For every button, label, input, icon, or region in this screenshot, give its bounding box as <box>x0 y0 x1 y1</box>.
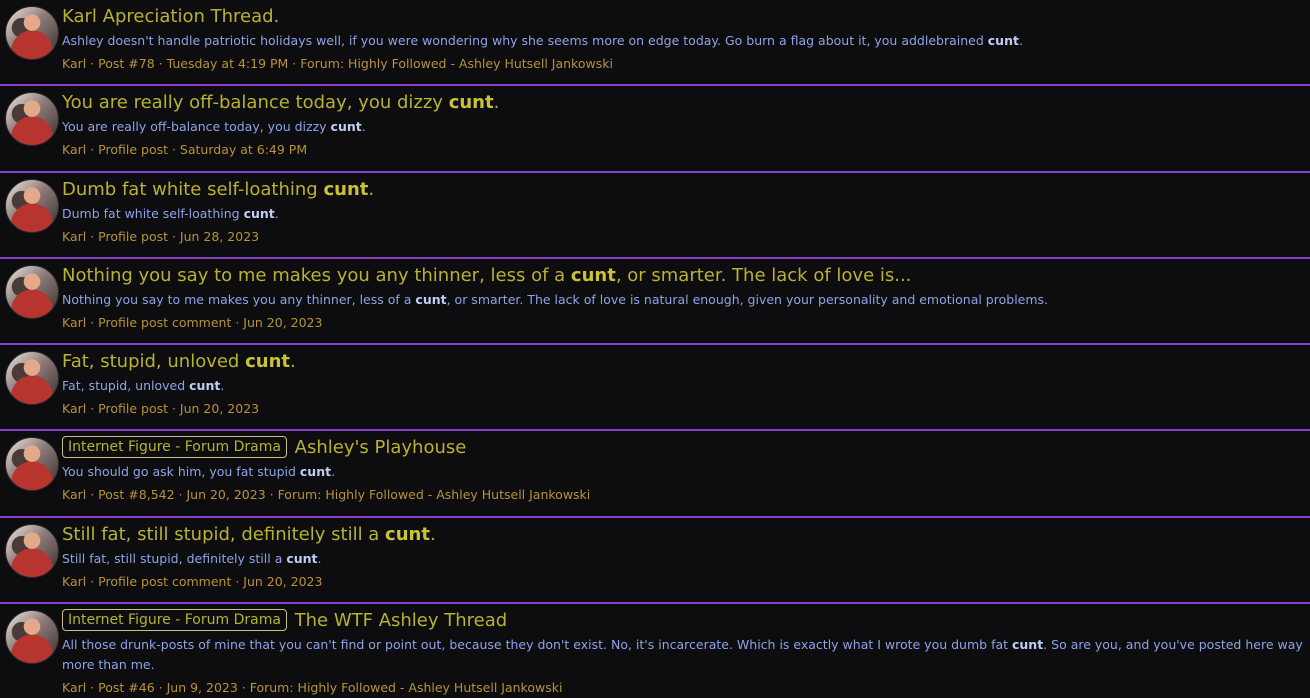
result-meta[interactable]: Karl · Profile post · Saturday at 6:49 P… <box>62 140 1304 160</box>
search-result: Nothing you say to me makes you any thin… <box>0 259 1310 346</box>
search-result: Fat, stupid, unloved cunt. Fat, stupid, … <box>0 345 1310 432</box>
result-title-link[interactable]: Dumb fat white self-loathing cunt. <box>62 177 1304 203</box>
result-title-link[interactable]: Nothing you say to me makes you any thin… <box>62 263 1304 289</box>
result-snippet: Still fat, still stupid, definitely stil… <box>62 550 322 566</box>
result-meta[interactable]: Karl · Post #78 · Tuesday at 4:19 PM · F… <box>62 54 1304 74</box>
result-snippet: You are really off-balance today, you di… <box>62 119 366 135</box>
avatar[interactable] <box>5 178 59 233</box>
result-snippet: Ashley doesn't handle patriotic holidays… <box>62 33 1023 48</box>
result-meta[interactable]: Karl · Post #46 · Jun 9, 2023 · Forum: H… <box>62 678 1304 698</box>
result-meta[interactable]: Karl · Profile post comment · Jun 20, 20… <box>62 572 1304 592</box>
result-meta[interactable]: Karl · Profile post · Jun 20, 2023 <box>62 399 1304 419</box>
search-result: Internet Figure - Forum Drama Ashley's P… <box>0 431 1310 518</box>
search-result: Internet Figure - Forum Drama The WTF As… <box>0 604 1310 698</box>
search-results-list: Karl Apreciation Thread. Ashley doesn't … <box>0 0 1310 698</box>
search-result: Still fat, still stupid, definitely stil… <box>0 518 1310 605</box>
avatar[interactable] <box>5 437 59 492</box>
result-title-link[interactable]: Internet Figure - Forum Drama Ashley's P… <box>62 435 1304 461</box>
result-snippet: You should go ask him, you fat stupid cu… <box>62 464 336 480</box>
avatar[interactable] <box>5 523 59 578</box>
avatar[interactable] <box>5 610 59 665</box>
result-title-link[interactable]: Internet Figure - Forum Drama The WTF As… <box>62 608 1304 634</box>
avatar[interactable] <box>5 264 59 319</box>
avatar[interactable] <box>5 92 59 147</box>
result-title-link[interactable]: Fat, stupid, unloved cunt. <box>62 349 1304 375</box>
result-meta[interactable]: Karl · Profile post comment · Jun 20, 20… <box>62 313 1304 333</box>
thread-prefix-label[interactable]: Internet Figure - Forum Drama <box>62 609 287 632</box>
result-meta[interactable]: Karl · Profile post · Jun 28, 2023 <box>62 227 1304 247</box>
result-title-link[interactable]: Still fat, still stupid, definitely stil… <box>62 522 1304 548</box>
result-title-link[interactable]: You are really off-balance today, you di… <box>62 90 1304 116</box>
avatar[interactable] <box>5 6 59 60</box>
result-snippet: Nothing you say to me makes you any thin… <box>62 291 1049 307</box>
avatar[interactable] <box>5 351 59 406</box>
thread-prefix-label[interactable]: Internet Figure - Forum Drama <box>62 436 287 459</box>
result-snippet: Dumb fat white self-loathing cunt. <box>62 205 279 221</box>
search-result: Dumb fat white self-loathing cunt. Dumb … <box>0 173 1310 259</box>
result-snippet: All those drunk-posts of mine that you c… <box>62 637 1303 673</box>
result-meta[interactable]: Karl · Post #8,542 · Jun 20, 2023 · Foru… <box>62 485 1304 505</box>
search-result: Karl Apreciation Thread. Ashley doesn't … <box>0 0 1310 87</box>
search-result: You are really off-balance today, you di… <box>0 86 1310 173</box>
result-snippet: Fat, stupid, unloved cunt. <box>62 378 225 394</box>
result-title-link[interactable]: Karl Apreciation Thread. <box>62 4 1304 30</box>
